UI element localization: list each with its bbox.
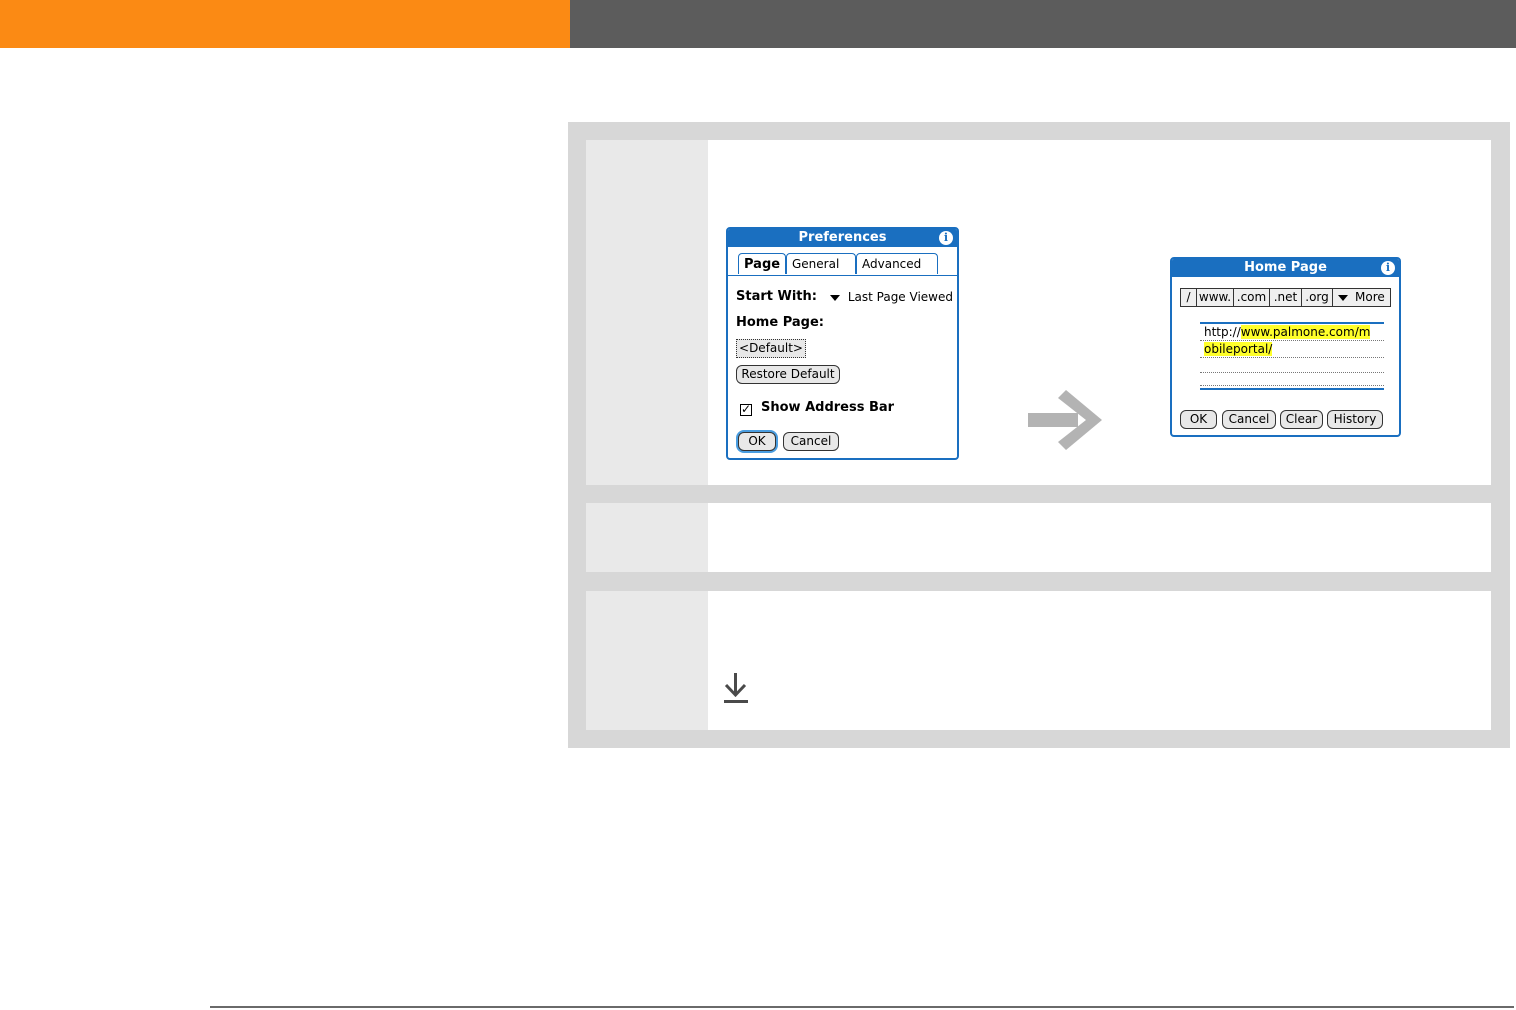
shortcut-more-label: More [1355, 290, 1385, 304]
header-bar-orange [0, 0, 570, 48]
shortcut-slash[interactable]: / [1180, 288, 1197, 307]
dialog-title: Preferences i [728, 229, 957, 247]
dialog-title-text: Preferences [798, 230, 887, 245]
url-line-1: http://www.palmone.com/m [1204, 324, 1371, 340]
step-row-3 [586, 591, 1491, 730]
url-underline [1200, 357, 1384, 358]
start-with-picker[interactable]: Last Page Viewed [830, 290, 953, 304]
dropdown-triangle-icon [830, 294, 840, 301]
shortcut-com[interactable]: .com [1233, 288, 1270, 307]
tab-page[interactable]: Page [738, 253, 786, 274]
url-underline [1200, 372, 1384, 373]
show-address-bar-label: Show Address Bar [761, 400, 895, 415]
footer-rule [210, 1006, 1514, 1008]
shortcut-net[interactable]: .net [1269, 288, 1302, 307]
tab-divider [728, 275, 957, 276]
url-input[interactable]: http://www.palmone.com/m obileportal/ [1200, 322, 1384, 390]
tab-advanced[interactable]: Advanced [856, 253, 938, 274]
step-body: Preferences i Page General Advanced Star… [708, 140, 1491, 485]
home-page-label: Home Page: [736, 315, 824, 330]
step-body [708, 503, 1491, 572]
step-number-cell [586, 140, 708, 485]
step-body [708, 591, 1491, 730]
steps-panel: Preferences i Page General Advanced Star… [568, 122, 1510, 748]
right-arrow-icon [1028, 390, 1102, 450]
download-arrow-icon [724, 673, 748, 703]
start-with-label: Start With: [736, 289, 817, 304]
home-page-dialog: Home Page i / www. .com .net .org More h… [1170, 257, 1401, 437]
ok-button[interactable]: OK [1180, 410, 1217, 429]
info-icon[interactable]: i [1381, 261, 1395, 275]
tab-general[interactable]: General [786, 253, 856, 274]
clear-button[interactable]: Clear [1280, 410, 1323, 429]
info-icon[interactable]: i [939, 231, 953, 245]
url-highlight-1: www.palmone.com/m [1240, 325, 1371, 339]
show-address-bar-checkbox[interactable]: ✓ [740, 403, 752, 416]
shortcut-more[interactable]: More [1332, 288, 1391, 307]
url-highlight-2: obileportal/ [1204, 342, 1273, 356]
url-prefix: http:// [1204, 325, 1241, 339]
cancel-button[interactable]: Cancel [1222, 410, 1276, 429]
url-underline [1200, 385, 1384, 386]
shortcut-org[interactable]: .org [1301, 288, 1333, 307]
ok-button[interactable]: OK [738, 432, 776, 451]
step-number-cell [586, 591, 708, 730]
url-line-2: obileportal/ [1204, 341, 1273, 357]
shortcut-www[interactable]: www. [1196, 288, 1234, 307]
cancel-button[interactable]: Cancel [783, 432, 839, 451]
restore-default-button[interactable]: Restore Default [736, 365, 840, 384]
dialog-title: Home Page i [1172, 259, 1399, 277]
header-bar-gray [570, 0, 1516, 48]
step-row-2 [586, 503, 1491, 572]
step-row-1: Preferences i Page General Advanced Star… [586, 140, 1491, 485]
home-page-selector[interactable]: <Default> [736, 339, 806, 358]
step-number-cell [586, 503, 708, 572]
url-field-bottom-border [1200, 388, 1384, 390]
history-button[interactable]: History [1327, 410, 1383, 429]
preferences-dialog: Preferences i Page General Advanced Star… [726, 227, 959, 460]
dialog-title-text: Home Page [1244, 260, 1327, 275]
dropdown-triangle-icon [1338, 294, 1349, 301]
start-with-value: Last Page Viewed [847, 290, 953, 304]
